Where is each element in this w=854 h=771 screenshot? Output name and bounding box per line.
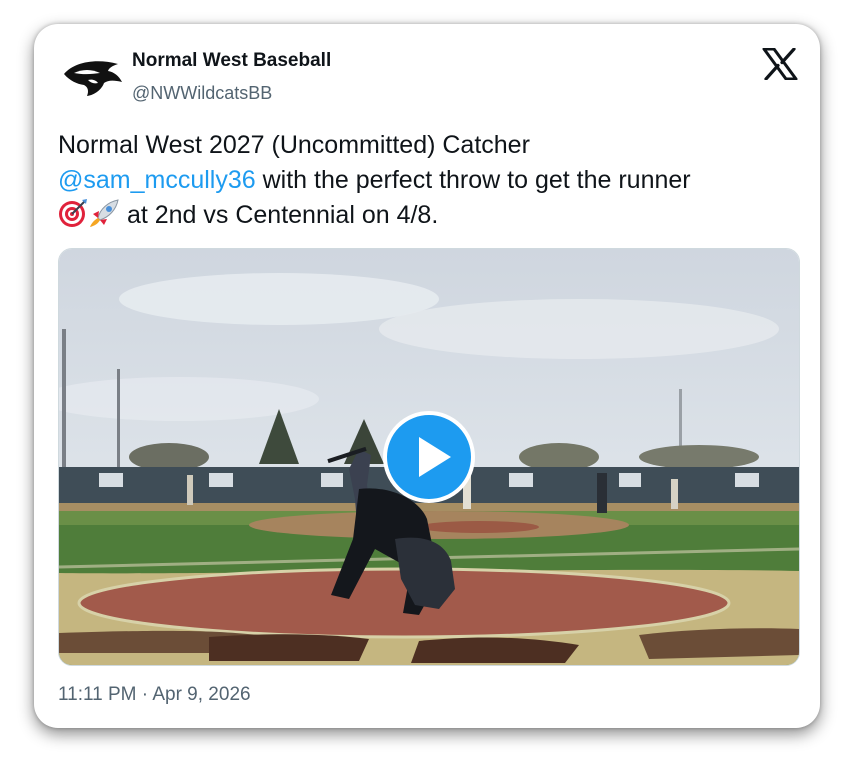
tweet-timestamp[interactable]: 11:11 PM · Apr 9, 2026 — [58, 684, 251, 706]
play-icon[interactable] — [383, 411, 475, 503]
x-logo-icon[interactable] — [762, 48, 798, 80]
tweet-line-3-text: at 2nd vs Centennial on 4/8. — [120, 201, 439, 229]
tweet-line-3: at 2nd vs Centennial on 4/8. — [58, 198, 798, 233]
direct-hit-target-icon — [59, 199, 87, 227]
tweet-line-1: Normal West 2027 (Uncommitted) Catcher — [58, 131, 530, 159]
account-handle[interactable]: @NWWildcatsBB — [132, 83, 272, 104]
rocket-icon — [90, 199, 119, 227]
tweet-line-2-text: with the perfect throw to get the runner — [255, 166, 691, 194]
wildcat-logo-icon[interactable] — [62, 56, 124, 98]
video-thumbnail[interactable] — [58, 248, 800, 666]
tweet-line-2: @sam_mccully36 with the perfect throw to… — [58, 163, 798, 198]
tweet-text: Normal West 2027 (Uncommitted) Catcher @… — [58, 128, 798, 233]
tweet-card: Normal West Baseball @NWWildcatsBB Norma… — [34, 24, 820, 728]
account-display-name[interactable]: Normal West Baseball — [132, 50, 331, 72]
mention-link[interactable]: @sam_mccully36 — [58, 166, 256, 194]
